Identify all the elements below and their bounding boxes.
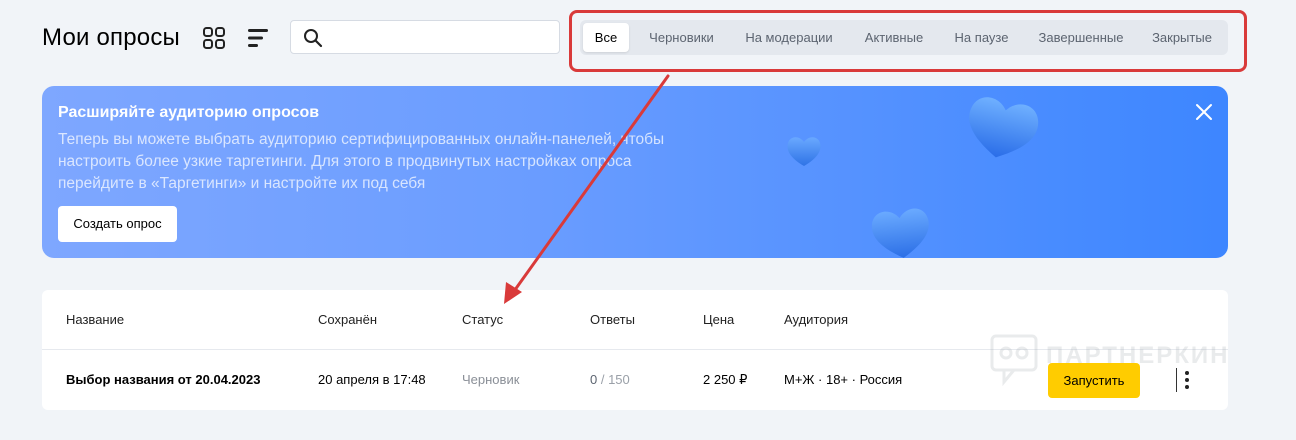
more-vertical-icon[interactable] [1182,368,1192,392]
heart-icon [787,137,821,166]
tabs-highlight-frame [569,10,1247,72]
column-header-saved[interactable]: Сохранён [318,312,377,327]
column-header-answers[interactable]: Ответы [590,312,635,327]
banner-title: Расширяйте аудиторию опросов [58,104,320,121]
promo-banner: Расширяйте аудиторию опросов Теперь вы м… [42,86,1228,258]
page-title: Мои опросы [42,24,180,51]
heart-icon [969,97,1039,158]
status-badge: Черновик [462,372,520,387]
survey-price: 2 250 ₽ [703,372,748,387]
create-survey-button[interactable]: Создать опрос [58,206,177,242]
search-icon [304,29,323,48]
row-separator [1176,368,1177,392]
survey-name[interactable]: Выбор названия от 20.04.2023 [66,372,260,387]
grid-view-icon[interactable] [202,26,226,50]
survey-answers: 0 / 150 [590,372,630,387]
table-divider [42,349,1228,350]
column-header-name[interactable]: Название [66,312,124,327]
answers-total: / 150 [597,372,630,387]
banner-text: Теперь вы можете выбрать аудиторию серти… [58,131,665,192]
column-header-audience[interactable]: Аудитория [784,312,848,327]
search-field[interactable] [290,20,560,54]
list-view-icon[interactable] [246,26,270,50]
column-header-status[interactable]: Статус [462,312,503,327]
close-icon[interactable] [1194,102,1214,122]
column-header-price[interactable]: Цена [703,312,734,327]
heart-icon [871,208,929,258]
survey-audience: М+Ж · 18+ · Россия [784,372,903,387]
survey-saved: 20 апреля в 17:48 [318,372,426,387]
launch-button[interactable]: Запустить [1048,363,1140,398]
search-input[interactable] [333,26,552,50]
surveys-table: Название Сохранён Статус Ответы Цена Ауд… [42,290,1228,410]
